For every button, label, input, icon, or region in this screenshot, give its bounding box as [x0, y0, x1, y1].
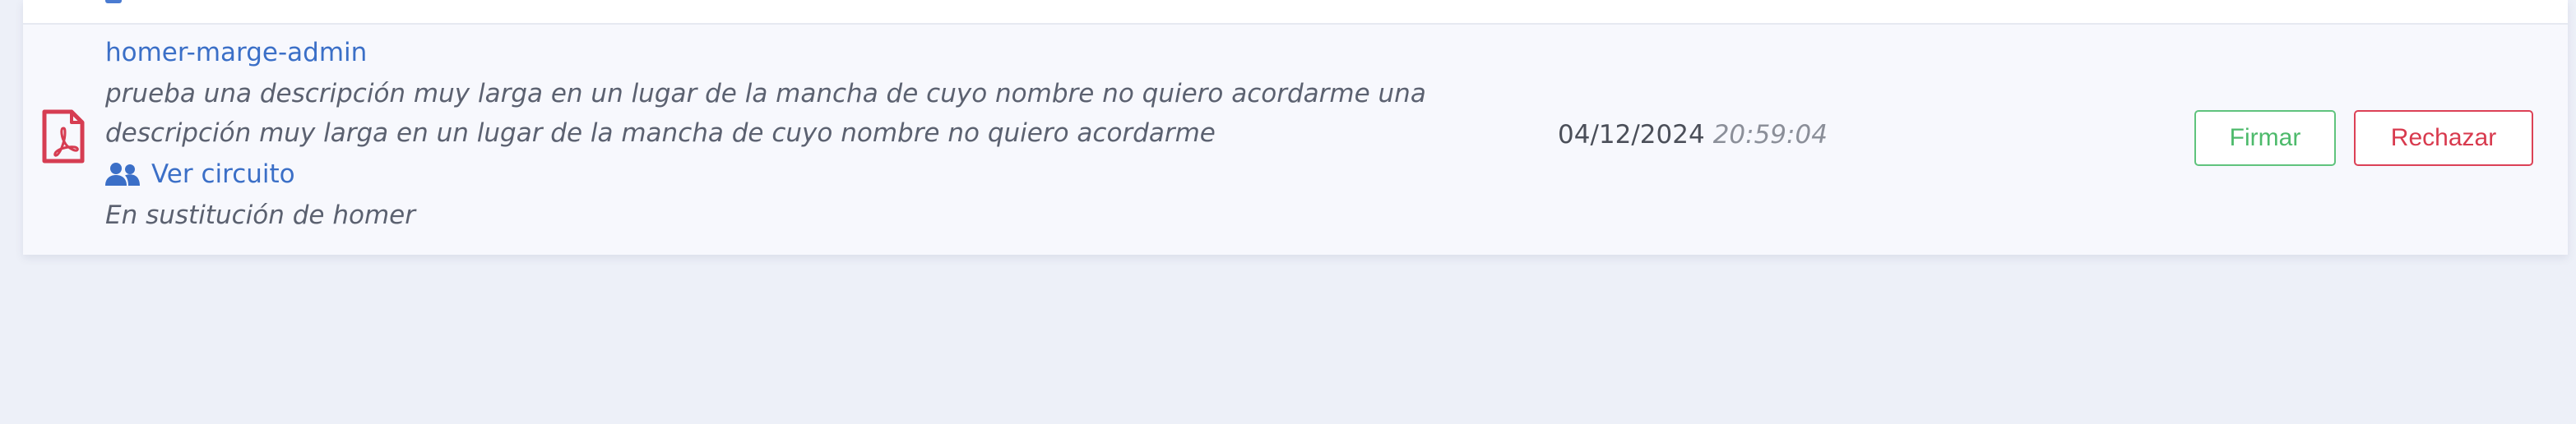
document-date: 04/12/2024: [1558, 120, 1705, 150]
view-circuit-label: Ver circuito: [151, 159, 295, 189]
sign-button[interactable]: Firmar: [2194, 110, 2336, 166]
users-icon: [105, 163, 140, 186]
document-list-card: homer-marge-admin prueba una descripción…: [23, 0, 2568, 255]
document-author[interactable]: homer-marge-admin: [105, 38, 367, 67]
substitution-note: En sustitución de homer: [105, 200, 415, 230]
pdf-file-icon: [42, 109, 85, 164]
users-icon: [105, 0, 122, 3]
previous-document-row[interactable]: [23, 0, 2568, 25]
reject-button[interactable]: Rechazar: [2354, 110, 2533, 166]
document-time: 20:59:04: [1712, 120, 1828, 150]
document-description: prueba una descripción muy larga en un l…: [105, 79, 1426, 148]
document-row: homer-marge-admin prueba una descripción…: [23, 25, 2568, 255]
view-circuit-link[interactable]: Ver circuito: [105, 159, 295, 189]
document-timestamp: 04/12/2024 20:59:04: [1558, 120, 1828, 150]
